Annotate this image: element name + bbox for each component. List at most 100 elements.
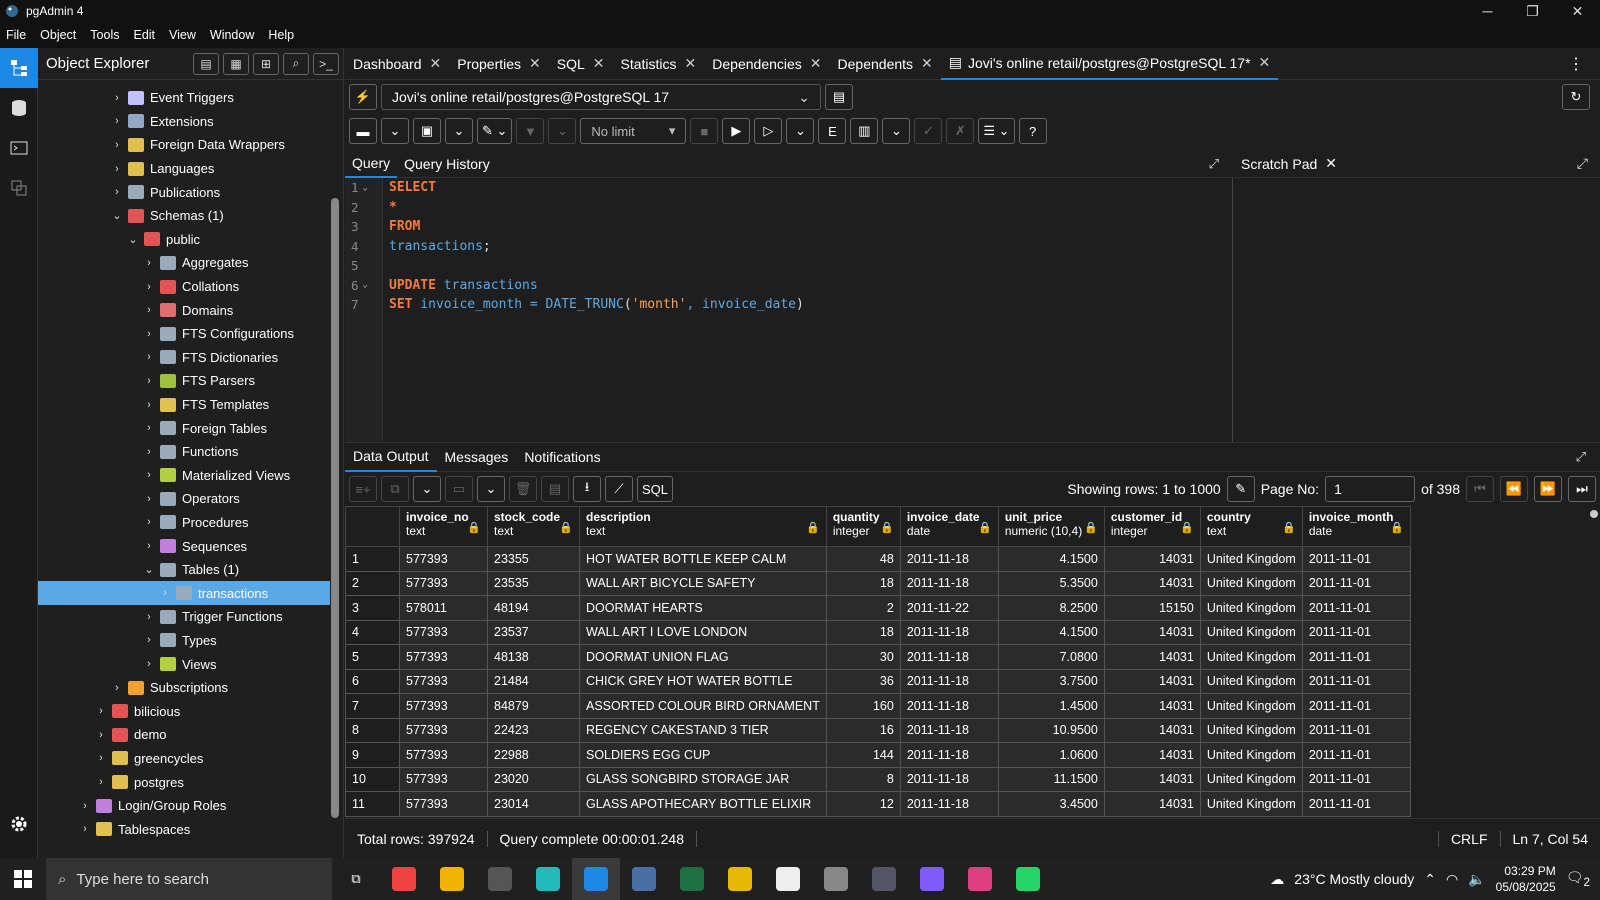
taskbar-app[interactable] xyxy=(1004,858,1052,900)
chevron-right-icon[interactable]: › xyxy=(142,351,156,363)
row-number[interactable]: 11 xyxy=(345,791,400,817)
network-icon[interactable]: ◠ xyxy=(1446,871,1458,888)
tree-node[interactable]: › Procedures xyxy=(38,511,330,535)
chevron-right-icon[interactable]: › xyxy=(142,281,156,293)
chevron-right-icon[interactable]: › xyxy=(94,729,108,741)
chevron-down-icon[interactable]: ⌄ xyxy=(126,233,140,246)
close-icon[interactable]: ✕ xyxy=(685,55,697,72)
tree-node[interactable]: › FTS Parsers xyxy=(38,369,330,393)
table-cell[interactable]: DOORMAT UNION FLAG xyxy=(579,644,827,670)
table-cell[interactable]: 7.0800 xyxy=(997,644,1105,670)
table-row[interactable]: 5 577393 48138 DOORMAT UNION FLAG 30 2011-11-… xyxy=(345,644,1411,670)
tree-node[interactable]: › Publications xyxy=(38,180,330,204)
close-icon[interactable]: ✕ xyxy=(810,55,822,72)
table-cell[interactable]: 4.1500 xyxy=(997,546,1105,572)
table-cell[interactable]: United Kingdom xyxy=(1199,766,1303,792)
table-cell[interactable]: 2011-11-01 xyxy=(1301,742,1411,768)
column-header[interactable]: invoice_date date 🔒 xyxy=(899,506,999,547)
explain-button[interactable]: E xyxy=(818,118,847,144)
row-number[interactable]: 7 xyxy=(345,693,400,719)
chevron-right-icon[interactable]: › xyxy=(142,634,156,646)
table-cell[interactable]: 18 xyxy=(825,619,901,645)
filter-rows-button[interactable]: ⊞ xyxy=(253,52,279,75)
table-cell[interactable]: 577393 xyxy=(399,570,488,596)
tree-node[interactable]: › Materialized Views xyxy=(38,464,330,488)
copy-dropdown[interactable]: ⌄ xyxy=(413,476,441,502)
table-cell[interactable]: 160 xyxy=(825,693,901,719)
tab-query[interactable]: Query xyxy=(345,150,398,178)
table-cell[interactable]: 14031 xyxy=(1103,619,1201,645)
tab-notifications[interactable]: Notifications xyxy=(516,442,608,472)
table-cell[interactable]: 2011-11-01 xyxy=(1301,668,1411,694)
execute-options-button[interactable]: ▷ xyxy=(754,118,783,144)
tree-node[interactable]: › Foreign Data Wrappers xyxy=(38,133,330,157)
table-cell[interactable]: 577393 xyxy=(399,693,488,719)
table-cell[interactable]: 23014 xyxy=(487,791,580,817)
graph-visualiser-button[interactable]: ⟋ xyxy=(605,476,633,502)
table-cell[interactable]: 577393 xyxy=(399,717,488,743)
table-cell[interactable]: United Kingdom xyxy=(1199,546,1303,572)
page-number-input[interactable] xyxy=(1325,476,1416,502)
psql-tool-tab[interactable] xyxy=(0,128,38,168)
code-line[interactable]: UPDATE transactions xyxy=(389,276,804,296)
taskbar-app[interactable] xyxy=(380,858,428,900)
table-row[interactable]: 3 578011 48194 DOORMAT HEARTS 2 2011-11-22 8.2… xyxy=(345,595,1411,621)
row-number[interactable]: 1 xyxy=(345,546,400,572)
maximize-button[interactable]: ❐ xyxy=(1510,3,1555,20)
download-button[interactable]: ⭳ xyxy=(573,476,601,502)
close-icon[interactable]: ✕ xyxy=(921,55,933,72)
chevron-right-icon[interactable]: › xyxy=(142,328,156,340)
table-cell[interactable]: 1.0600 xyxy=(997,742,1105,768)
code-area[interactable]: SELECT * FROM transactions; UPDATE transacti… xyxy=(389,178,804,315)
connection-select[interactable]: Jovi's online retail/postgres@PostgreSQL… xyxy=(381,84,821,110)
tree-node[interactable]: › Subscriptions xyxy=(38,676,330,700)
table-row[interactable]: 11 577393 23014 GLASS APOTHECARY BOTTLE ELI… xyxy=(345,791,1411,817)
code-line[interactable]: FROM xyxy=(389,217,804,237)
tree-node[interactable]: › Aggregates xyxy=(38,251,330,275)
table-row[interactable]: 7 577393 84879 ASSORTED COLOUR BIRD ORNAMEN… xyxy=(345,693,1411,719)
table-cell[interactable]: 2011-11-01 xyxy=(1301,791,1411,817)
table-cell[interactable]: 21484 xyxy=(487,668,580,694)
table-row[interactable]: 8 577393 22423 REGENCY CAKESTAND 3 TIER 16 20… xyxy=(345,717,1411,743)
filter-button[interactable]: ▼ xyxy=(516,118,545,144)
column-header[interactable]: invoice_month date 🔒 xyxy=(1301,506,1411,547)
tree-node[interactable]: › Domains xyxy=(38,298,330,322)
table-cell[interactable]: 2011-11-18 xyxy=(899,546,999,572)
column-header[interactable]: stock_code text 🔒 xyxy=(487,506,580,547)
chevron-right-icon[interactable]: › xyxy=(142,469,156,481)
tree-node[interactable]: › Functions xyxy=(38,440,330,464)
tab-data-output[interactable]: Data Output xyxy=(345,442,437,472)
edit-range-button[interactable]: ✎ xyxy=(1226,476,1255,502)
table-row[interactable]: 1 577393 23355 HOT WATER BOTTLE KEEP CALM 48… xyxy=(345,546,1411,572)
table-cell[interactable]: 577393 xyxy=(399,644,488,670)
table-cell[interactable]: 23355 xyxy=(487,546,580,572)
main-tab[interactable]: Statistics ✕ xyxy=(613,48,705,80)
tree-node[interactable]: › FTS Configurations xyxy=(38,322,330,346)
tree-node[interactable]: ⌄ Tables (1) xyxy=(38,558,330,582)
row-number[interactable]: 3 xyxy=(345,595,400,621)
chevron-down-icon[interactable]: ⌄ xyxy=(142,563,156,576)
delete-button[interactable]: 🗑 xyxy=(509,476,537,502)
column-header[interactable]: customer_id integer 🔒 xyxy=(1103,506,1201,547)
chevron-right-icon[interactable]: › xyxy=(78,823,92,835)
tree-node[interactable]: › Foreign Tables xyxy=(38,416,330,440)
expand-icon[interactable]: ⤢ xyxy=(1209,156,1219,172)
taskbar-app[interactable] xyxy=(908,858,956,900)
table-cell[interactable]: 2011-11-01 xyxy=(1301,717,1411,743)
main-tab[interactable]: Dashboard ✕ xyxy=(345,48,449,80)
table-cell[interactable]: GLASS APOTHECARY BOTTLE ELIXIR xyxy=(579,791,827,817)
table-cell[interactable]: 2011-11-22 xyxy=(899,595,999,621)
more-options-icon[interactable]: ⋮ xyxy=(1568,54,1600,74)
table-cell[interactable]: HOT WATER BOTTLE KEEP CALM xyxy=(579,546,827,572)
row-number[interactable]: 10 xyxy=(345,766,400,792)
table-cell[interactable]: United Kingdom xyxy=(1199,570,1303,596)
taskbar-app[interactable] xyxy=(620,858,668,900)
table-cell[interactable]: 2011-11-01 xyxy=(1301,644,1411,670)
table-cell[interactable]: United Kingdom xyxy=(1199,644,1303,670)
table-cell[interactable]: 2011-11-01 xyxy=(1301,570,1411,596)
close-window-button[interactable]: ✕ xyxy=(1555,3,1600,20)
taskbar-app[interactable] xyxy=(476,858,524,900)
start-button[interactable] xyxy=(0,870,46,888)
table-row[interactable]: 10 577393 23020 GLASS SONGBIRD STORAGE JAR 8… xyxy=(345,766,1411,792)
speaker-icon[interactable]: 🔈 xyxy=(1468,871,1485,888)
